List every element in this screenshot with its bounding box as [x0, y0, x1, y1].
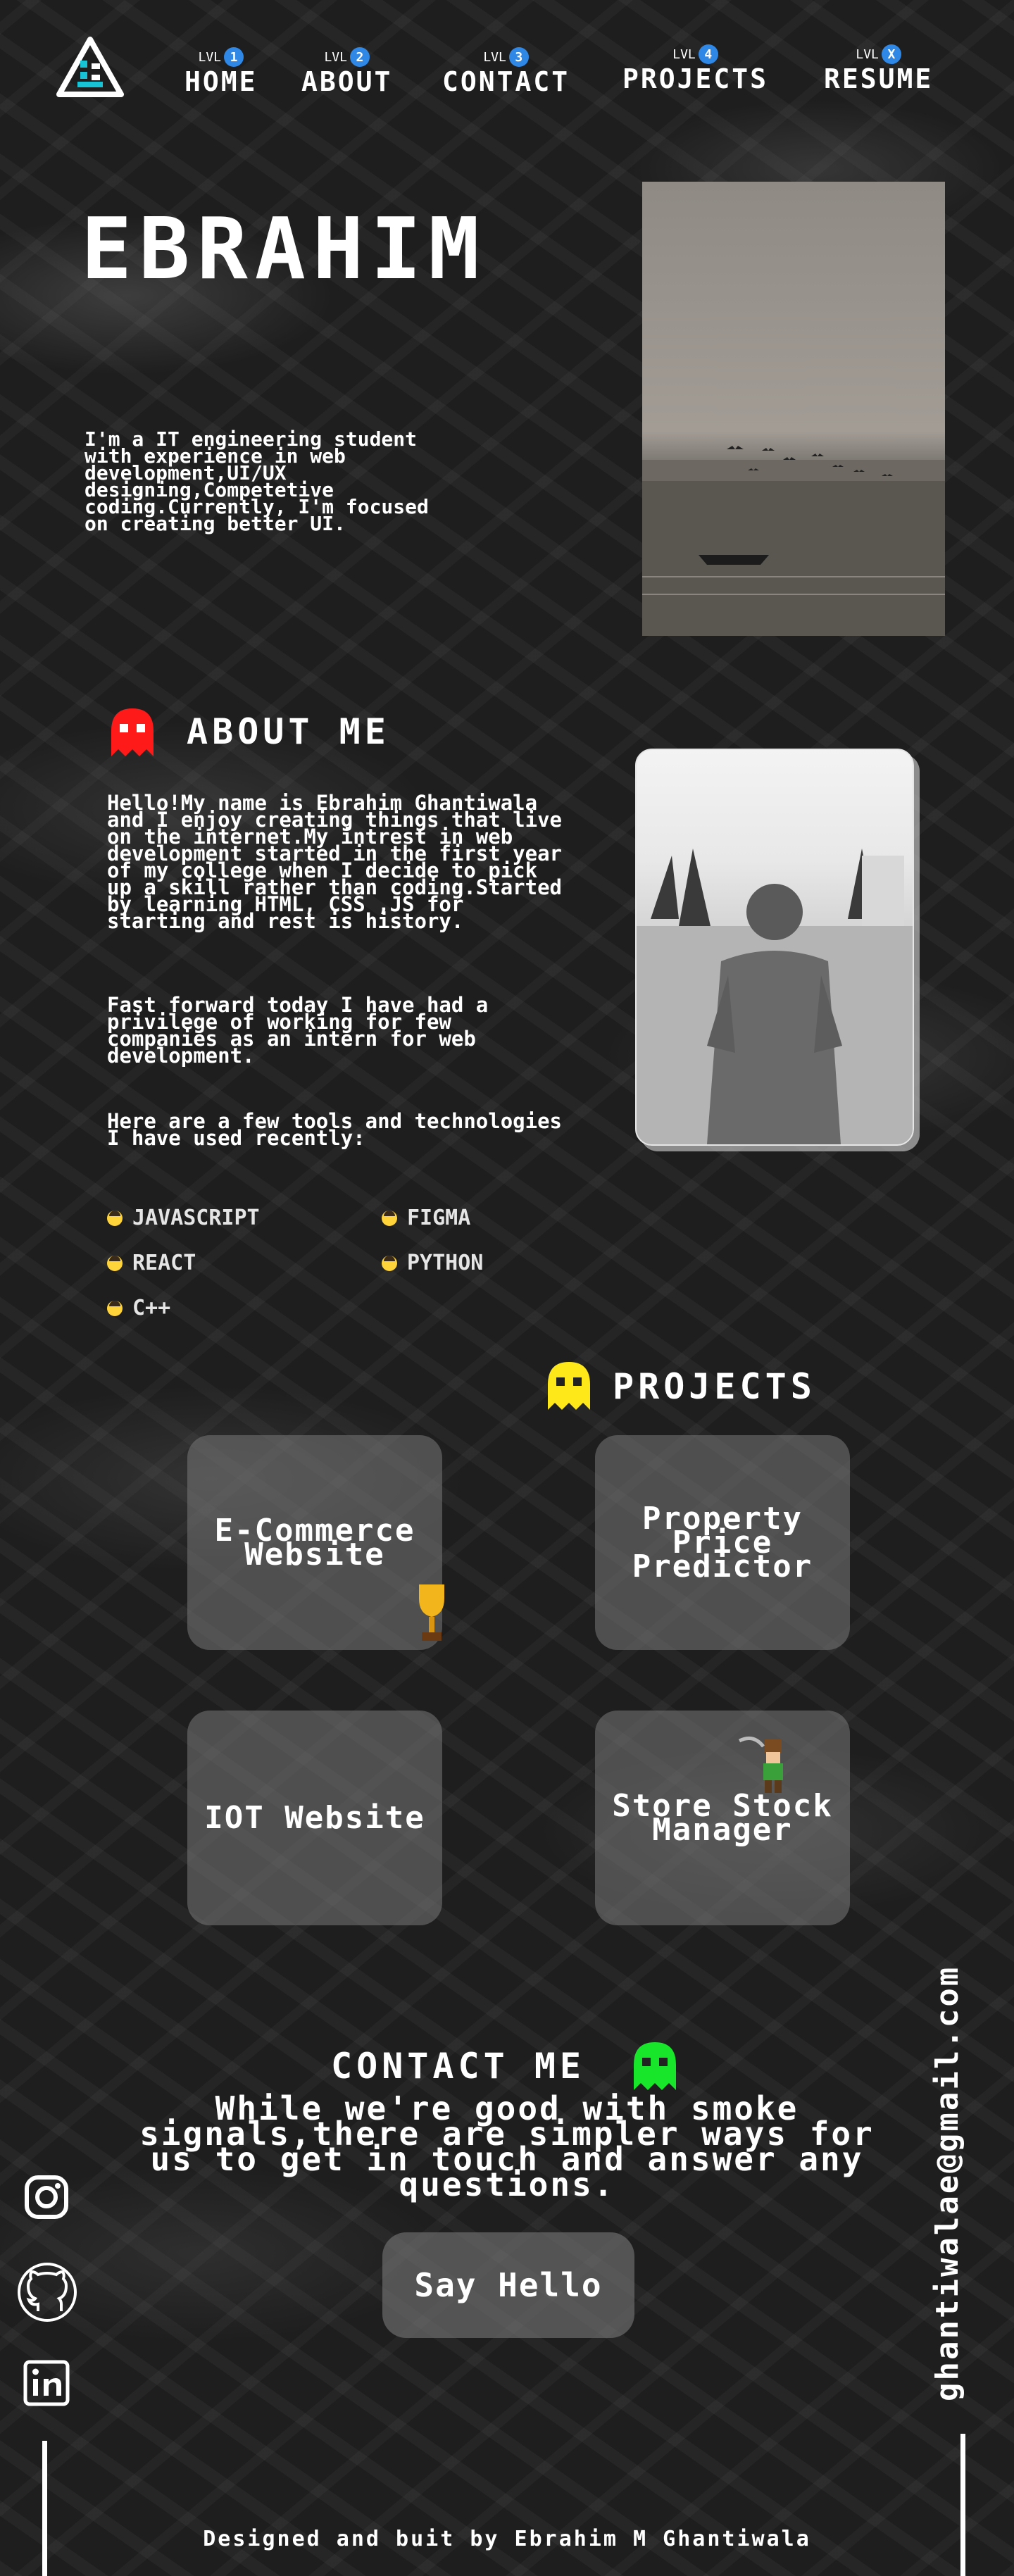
- hero-description: I'm a IT engineering student with experi…: [84, 427, 429, 535]
- nav-projects[interactable]: LVL 4 PROJECTS: [622, 44, 768, 93]
- contact-title: CONTACT ME: [331, 2046, 586, 2087]
- project-card-property[interactable]: Property Price Predictor: [595, 1435, 850, 1650]
- nav-resume[interactable]: LVL X RESUME: [824, 44, 933, 93]
- pacman-icon: [107, 1210, 123, 1226]
- logo-icon[interactable]: [56, 37, 124, 99]
- hero-photo: [642, 182, 945, 636]
- linkedin-icon[interactable]: [20, 2356, 73, 2410]
- skill-label: C++: [132, 1296, 171, 1320]
- person-portrait-image: [637, 849, 913, 1144]
- skill-label: JAVASCRIPT: [132, 1206, 260, 1230]
- nav-about[interactable]: LVL 2 ABOUT: [301, 46, 392, 96]
- project-title: IOT Website: [204, 1799, 425, 1836]
- pixel-character-icon: [738, 1736, 783, 1793]
- skill-item: REACT: [107, 1251, 196, 1275]
- level-badge: 1: [224, 47, 244, 67]
- nav-contact-label: CONTACT: [442, 66, 570, 97]
- lvl-prefix: LVL: [672, 46, 696, 62]
- skill-item: FIGMA: [382, 1206, 470, 1230]
- pacman-icon: [382, 1210, 397, 1226]
- trophy-icon: [419, 1584, 444, 1641]
- nav-resume-label: RESUME: [824, 63, 934, 94]
- yellow-ghost-icon: [548, 1362, 590, 1410]
- skill-label: REACT: [132, 1251, 196, 1275]
- green-ghost-icon: [634, 2042, 676, 2090]
- level-badge: X: [881, 44, 901, 64]
- hero-name: EBRAHIM: [81, 201, 487, 299]
- about-paragraph-2: Fast forward today I have had a privileg…: [107, 993, 489, 1068]
- instagram-icon[interactable]: [20, 2170, 73, 2224]
- nav-contact[interactable]: LVL 3 CONTACT: [442, 46, 570, 96]
- lvl-prefix: LVL: [856, 46, 879, 62]
- github-icon[interactable]: [15, 2261, 79, 2324]
- level-badge: 2: [349, 47, 370, 67]
- projects-title: PROJECTS: [613, 1366, 816, 1407]
- right-divider-line: [960, 2434, 965, 2576]
- about-paragraph-1: Hello!My name is Ebrahim Ghantiwala and …: [107, 791, 563, 933]
- contact-description: While we're good with smoke signals,ther…: [139, 2089, 875, 2203]
- lvl-prefix: LVL: [198, 49, 222, 65]
- project-card-stock[interactable]: Store Stock Manager: [595, 1711, 850, 1925]
- profile-photo: [635, 749, 914, 1146]
- lake-birds-image: [642, 446, 945, 636]
- project-title: Property Price Predictor: [632, 1500, 813, 1584]
- project-title: E-Commerce Website: [214, 1512, 415, 1573]
- skill-item: JAVASCRIPT: [107, 1206, 260, 1230]
- left-divider-line: [42, 2441, 47, 2576]
- level-badge: 3: [508, 47, 529, 67]
- nav-about-label: ABOUT: [301, 66, 393, 97]
- project-card-iot[interactable]: IOT Website: [187, 1711, 442, 1925]
- lvl-prefix: LVL: [324, 49, 347, 65]
- level-badge: 4: [698, 44, 718, 64]
- project-card-ecommerce[interactable]: E-Commerce Website: [187, 1435, 442, 1650]
- skill-label: FIGMA: [407, 1206, 471, 1230]
- say-hello-button[interactable]: Say Hello: [382, 2232, 634, 2338]
- project-title: Store Stock Manager: [612, 1787, 833, 1848]
- pacman-icon: [382, 1255, 397, 1271]
- footer-credit: Designed and buit by Ebrahim M Ghantiwal…: [203, 2527, 811, 2551]
- pacman-icon: [107, 1300, 123, 1316]
- nav-home-label: HOME: [184, 66, 258, 97]
- nav-projects-label: PROJECTS: [622, 63, 769, 94]
- about-title: ABOUT ME: [187, 711, 390, 752]
- about-paragraph-3: Here are a few tools and technologies I …: [107, 1109, 563, 1150]
- skill-item: PYTHON: [382, 1251, 483, 1275]
- lvl-prefix: LVL: [483, 49, 506, 65]
- skill-item: C++: [107, 1296, 170, 1320]
- nav-home[interactable]: LVL 1 HOME: [184, 46, 258, 96]
- skill-label: PYTHON: [407, 1251, 484, 1275]
- red-ghost-icon: [111, 708, 154, 756]
- pacman-icon: [107, 1255, 123, 1271]
- email-link[interactable]: ghantiwalae@gmail.com: [930, 1965, 965, 2401]
